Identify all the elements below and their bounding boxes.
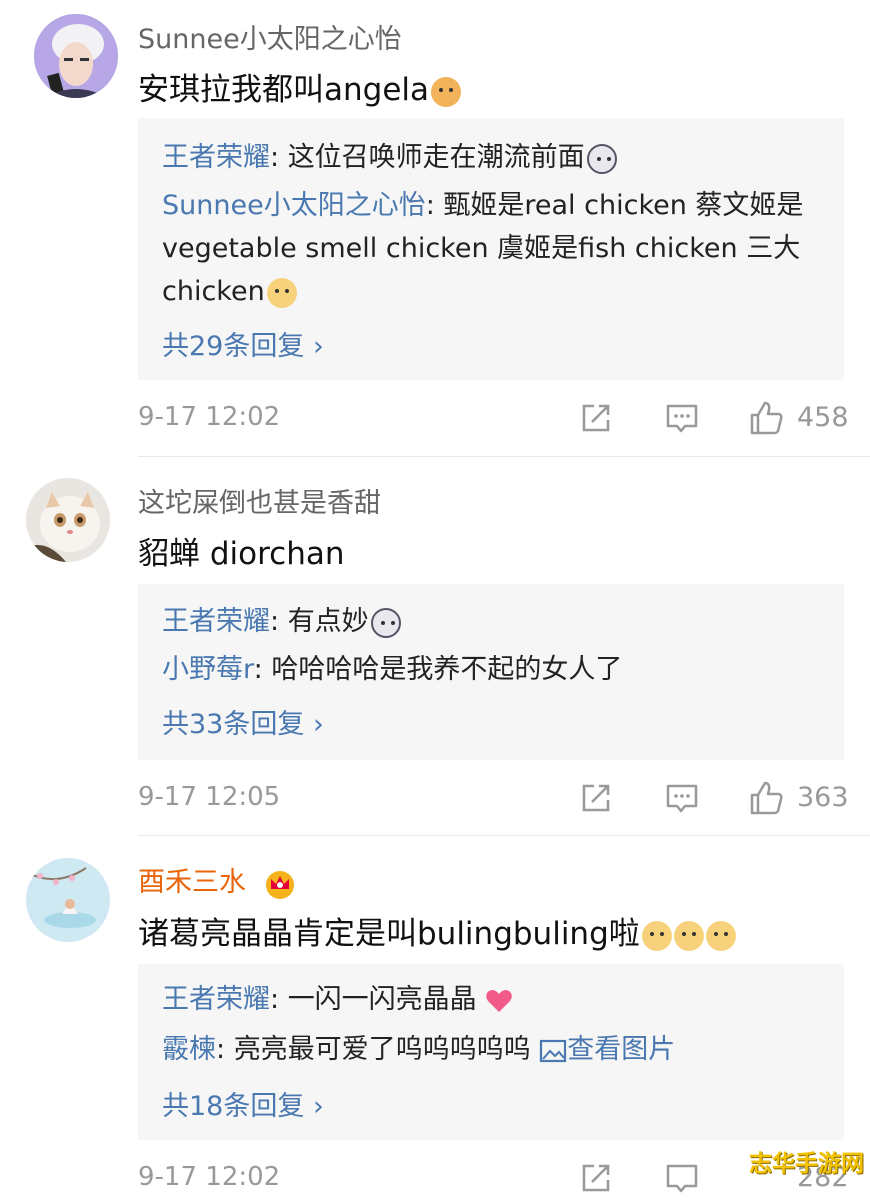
reply-author-link[interactable]: 霰楝 (162, 1034, 216, 1065)
comment-icon[interactable] (665, 1162, 699, 1194)
doge-emoji-icon (673, 920, 704, 951)
vip-crown-icon (265, 870, 294, 899)
comment-text: 貂蝉 diorchan (138, 536, 345, 572)
reply-line: 霰楝: 亮亮最可爱了呜呜呜呜呜 查看图片 (162, 1034, 676, 1065)
view-replies-link[interactable]: 共29条回复 › (162, 324, 324, 363)
doge-emoji-icon (266, 277, 297, 308)
reply-author-link[interactable]: 王者荣耀 (162, 984, 270, 1015)
reply-line: Sunnee小太阳之心怡: 甄姬是real chicken 蔡文姬是 veget… (162, 190, 804, 308)
share-icon[interactable] (580, 782, 612, 814)
like-count: 363 (797, 782, 849, 813)
username[interactable]: Sunnee小太阳之心怡 (138, 17, 402, 56)
reply-author-link[interactable]: 王者荣耀 (162, 606, 270, 637)
avatar[interactable] (26, 858, 110, 942)
comment-icon[interactable] (665, 402, 699, 434)
like-icon[interactable] (748, 400, 784, 436)
timestamp: 9-17 12:02 (138, 1162, 281, 1192)
comment-icon[interactable] (665, 782, 699, 814)
comment-text: 安琪拉我都叫angela (138, 64, 462, 109)
reply-line: 王者荣耀: 一闪一闪亮晶晶 (162, 978, 824, 1021)
like-icon[interactable] (748, 780, 784, 816)
reply-author-link[interactable]: 王者荣耀 (162, 142, 270, 173)
comment-text: 诸葛亮晶晶肯定是叫bulingbuling啦 (138, 908, 736, 953)
avatar[interactable] (26, 478, 110, 562)
username[interactable]: 酉禾三水 (138, 860, 297, 899)
timestamp: 9-17 12:05 (138, 782, 281, 812)
comment-actions: 9-17 12:02 458 (0, 400, 870, 440)
doge-emoji-icon (641, 920, 672, 951)
reply-author-link[interactable]: Sunnee小太阳之心怡 (162, 190, 426, 221)
husky-emoji-icon (370, 607, 401, 638)
doge-emoji-icon (705, 920, 736, 951)
view-replies-link[interactable]: 共18条回复 › (162, 1084, 324, 1123)
timestamp: 9-17 12:02 (138, 402, 281, 432)
husky-emoji-icon (586, 143, 617, 174)
reply-preview-box[interactable]: 王者荣耀: 一闪一闪亮晶晶 霰楝: 亮亮最可爱了呜呜呜呜呜 查看图片 共18条回… (138, 964, 844, 1140)
share-icon[interactable] (580, 402, 612, 434)
reply-preview-box[interactable]: 王者荣耀: 有点妙 小野莓r: 哈哈哈哈是我养不起的女人了 共33条回复 › (138, 584, 844, 760)
comment-actions: 9-17 12:02 282 (0, 1160, 870, 1200)
like-count: 458 (797, 402, 849, 433)
cat-emoji-icon (431, 76, 462, 107)
username[interactable]: 这坨屎倒也甚是香甜 (138, 481, 381, 520)
watermark-logo: 志华手游网 (749, 1151, 864, 1177)
reply-line: 王者荣耀: 有点妙 (162, 600, 824, 643)
share-icon[interactable] (580, 1162, 612, 1194)
comment-actions: 9-17 12:05 363 (0, 780, 870, 820)
reply-line: 小野莓r: 哈哈哈哈是我养不起的女人了 (162, 654, 623, 685)
view-image-link[interactable]: 查看图片 (539, 1034, 675, 1065)
view-replies-link[interactable]: 共33条回复 › (162, 702, 324, 741)
avatar[interactable] (34, 14, 118, 98)
reply-preview-box[interactable]: 王者荣耀: 这位召唤师走在潮流前面 Sunnee小太阳之心怡: 甄姬是real … (138, 118, 844, 380)
reply-line: 王者荣耀: 这位召唤师走在潮流前面 (162, 136, 824, 179)
reply-author-link[interactable]: 小野莓r (162, 654, 254, 685)
divider (138, 456, 870, 457)
divider (138, 835, 870, 836)
heart-emoji-icon (486, 989, 513, 1012)
image-icon (540, 1039, 567, 1062)
